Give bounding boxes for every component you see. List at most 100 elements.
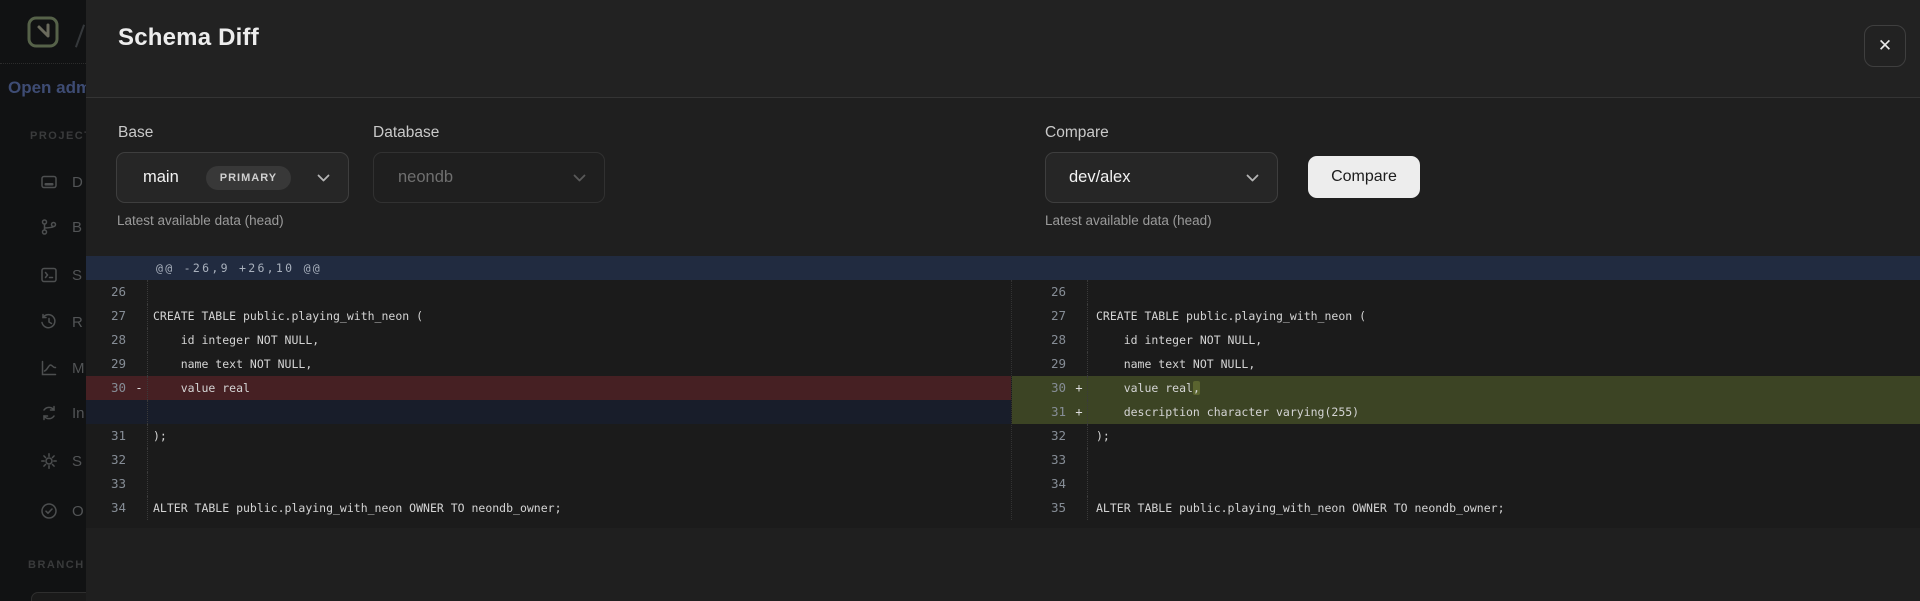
line-number: 35 bbox=[1012, 496, 1066, 520]
sidebar-item-label: S bbox=[72, 267, 82, 284]
code-text: name text NOT NULL, bbox=[147, 352, 312, 376]
line-number: 34 bbox=[1012, 472, 1066, 496]
diff-gutter: 31+ bbox=[1012, 400, 1087, 424]
restore-icon bbox=[40, 313, 58, 331]
neon-logo bbox=[27, 16, 59, 49]
sidebar-item-operations[interactable]: O bbox=[40, 499, 86, 523]
diff-line: 34ALTER TABLE public.playing_with_neon O… bbox=[86, 496, 1011, 520]
diff-line: 31); bbox=[86, 424, 1011, 448]
diff-gutter: 29 bbox=[86, 352, 147, 376]
diff-marker: - bbox=[132, 376, 146, 400]
diff-line: 27 CREATE TABLE public.playing_with_neon … bbox=[1012, 304, 1920, 328]
line-number: 27 bbox=[86, 304, 126, 328]
line-number: 26 bbox=[86, 280, 126, 304]
line-number: 31 bbox=[86, 424, 126, 448]
diff-line: 26 bbox=[1012, 280, 1920, 304]
branches-icon bbox=[40, 218, 58, 236]
diff-gutter: 33 bbox=[1012, 448, 1087, 472]
line-number: 27 bbox=[1012, 304, 1066, 328]
diff-gutter: 34 bbox=[1012, 472, 1087, 496]
diff-marker: + bbox=[1072, 376, 1086, 400]
code-text: CREATE TABLE public.playing_with_neon ( bbox=[1087, 304, 1366, 328]
branches-section-label: BRANCH bbox=[28, 559, 86, 571]
diff-gutter: 35 bbox=[1012, 496, 1087, 520]
code-text: CREATE TABLE public.playing_with_neon ( bbox=[147, 304, 423, 328]
database-select: neondb bbox=[373, 152, 605, 203]
diff-gutter: 31 bbox=[86, 424, 147, 448]
line-number: 32 bbox=[1012, 424, 1066, 448]
dashboard-icon bbox=[40, 173, 58, 191]
line-number: 26 bbox=[1012, 280, 1066, 304]
sidebar-item-settings[interactable]: S bbox=[40, 449, 86, 473]
code-text: description character varying(255) bbox=[1087, 400, 1359, 424]
integrations-icon bbox=[40, 404, 58, 422]
base-branch-value: main bbox=[143, 168, 179, 187]
code-text: name text NOT NULL, bbox=[1087, 352, 1255, 376]
code-text: id integer NOT NULL, bbox=[147, 328, 319, 352]
sidebar-item-dashboard[interactable]: D bbox=[40, 170, 86, 194]
sidebar-item-label: M bbox=[72, 360, 85, 377]
diff-line: 30- value real bbox=[86, 376, 1011, 400]
diff-line: 34 bbox=[1012, 472, 1920, 496]
line-number: 33 bbox=[1012, 448, 1066, 472]
project-section-label: PROJECT bbox=[30, 130, 88, 142]
sidebar: Open admi PROJECT D B S R M In S O BRANCH bbox=[0, 0, 86, 601]
line-number: 28 bbox=[1012, 328, 1066, 352]
diff-gutter: 27 bbox=[86, 304, 147, 328]
diff-gutter: 28 bbox=[86, 328, 147, 352]
chevron-down-icon bbox=[317, 174, 330, 182]
breadcrumb-slash bbox=[75, 24, 85, 47]
primary-badge: PRIMARY bbox=[206, 166, 291, 190]
code-text bbox=[147, 472, 153, 496]
line-number: 32 bbox=[86, 448, 126, 472]
sidebar-item-restore[interactable]: R bbox=[40, 310, 86, 334]
diff-gutter: 32 bbox=[1012, 424, 1087, 448]
diff-line: 28 id integer NOT NULL, bbox=[1012, 328, 1920, 352]
diff-line bbox=[86, 400, 1011, 424]
diff-gutter: 30+ bbox=[1012, 376, 1087, 400]
diff-gutter: 26 bbox=[86, 280, 147, 304]
diff-gutter: 26 bbox=[1012, 280, 1087, 304]
compare-branch-value: dev/alex bbox=[1069, 168, 1130, 187]
settings-icon bbox=[40, 452, 58, 470]
diff-gutter: 30- bbox=[86, 376, 147, 400]
code-text: value real bbox=[147, 376, 250, 400]
code-text: id integer NOT NULL, bbox=[1087, 328, 1262, 352]
diff-viewer: @@ -26,9 +26,10 @@ 2627CREATE TABLE publ… bbox=[86, 256, 1920, 528]
line-number: 30 bbox=[86, 376, 126, 400]
sidebar-item-sql-editor[interactable]: S bbox=[40, 263, 86, 287]
compare-branch-select[interactable]: dev/alex bbox=[1045, 152, 1278, 203]
diff-panes: 2627CREATE TABLE public.playing_with_neo… bbox=[86, 280, 1920, 520]
hunk-header: @@ -26,9 +26,10 @@ bbox=[86, 256, 1920, 280]
base-branch-select[interactable]: main PRIMARY bbox=[116, 152, 349, 203]
sidebar-item-label: O bbox=[72, 503, 84, 520]
chevron-down-icon bbox=[573, 174, 586, 182]
line-number: 29 bbox=[1012, 352, 1066, 376]
diff-pane-base: 2627 CREATE TABLE public.playing_with_neo… bbox=[86, 280, 1011, 520]
inline-diff-highlight: , bbox=[1193, 381, 1200, 395]
sidebar-item-label: D bbox=[72, 174, 83, 191]
diff-line: 29 name text NOT NULL, bbox=[86, 352, 1011, 376]
sidebar-item-monitoring[interactable]: M bbox=[40, 356, 86, 380]
diff-line: 30+ value real, bbox=[1012, 376, 1920, 400]
sidebar-item-integrations[interactable]: In bbox=[40, 401, 86, 425]
database-label: Database bbox=[373, 124, 439, 142]
diff-line: 33 bbox=[1012, 448, 1920, 472]
diff-gutter: 34 bbox=[86, 496, 147, 520]
diff-gutter: 27 bbox=[1012, 304, 1087, 328]
close-icon[interactable]: ✕ bbox=[1864, 25, 1906, 67]
sql-editor-icon bbox=[40, 266, 58, 284]
diff-marker: + bbox=[1072, 400, 1086, 424]
compare-button[interactable]: Compare bbox=[1308, 156, 1420, 198]
code-text: ); bbox=[147, 424, 167, 448]
code-text bbox=[1087, 280, 1096, 304]
line-number: 31 bbox=[1012, 400, 1066, 424]
diff-line: 35ALTER TABLE public.playing_with_neon O… bbox=[1012, 496, 1920, 520]
diff-line: 28 id integer NOT NULL, bbox=[86, 328, 1011, 352]
sidebar-item-branches[interactable]: B bbox=[40, 215, 86, 239]
diff-gutter: 28 bbox=[1012, 328, 1087, 352]
diff-line: 33 bbox=[86, 472, 1011, 496]
open-admin-link[interactable]: Open admi bbox=[8, 78, 86, 98]
code-text: ); bbox=[1087, 424, 1110, 448]
diff-line: 26 bbox=[86, 280, 1011, 304]
